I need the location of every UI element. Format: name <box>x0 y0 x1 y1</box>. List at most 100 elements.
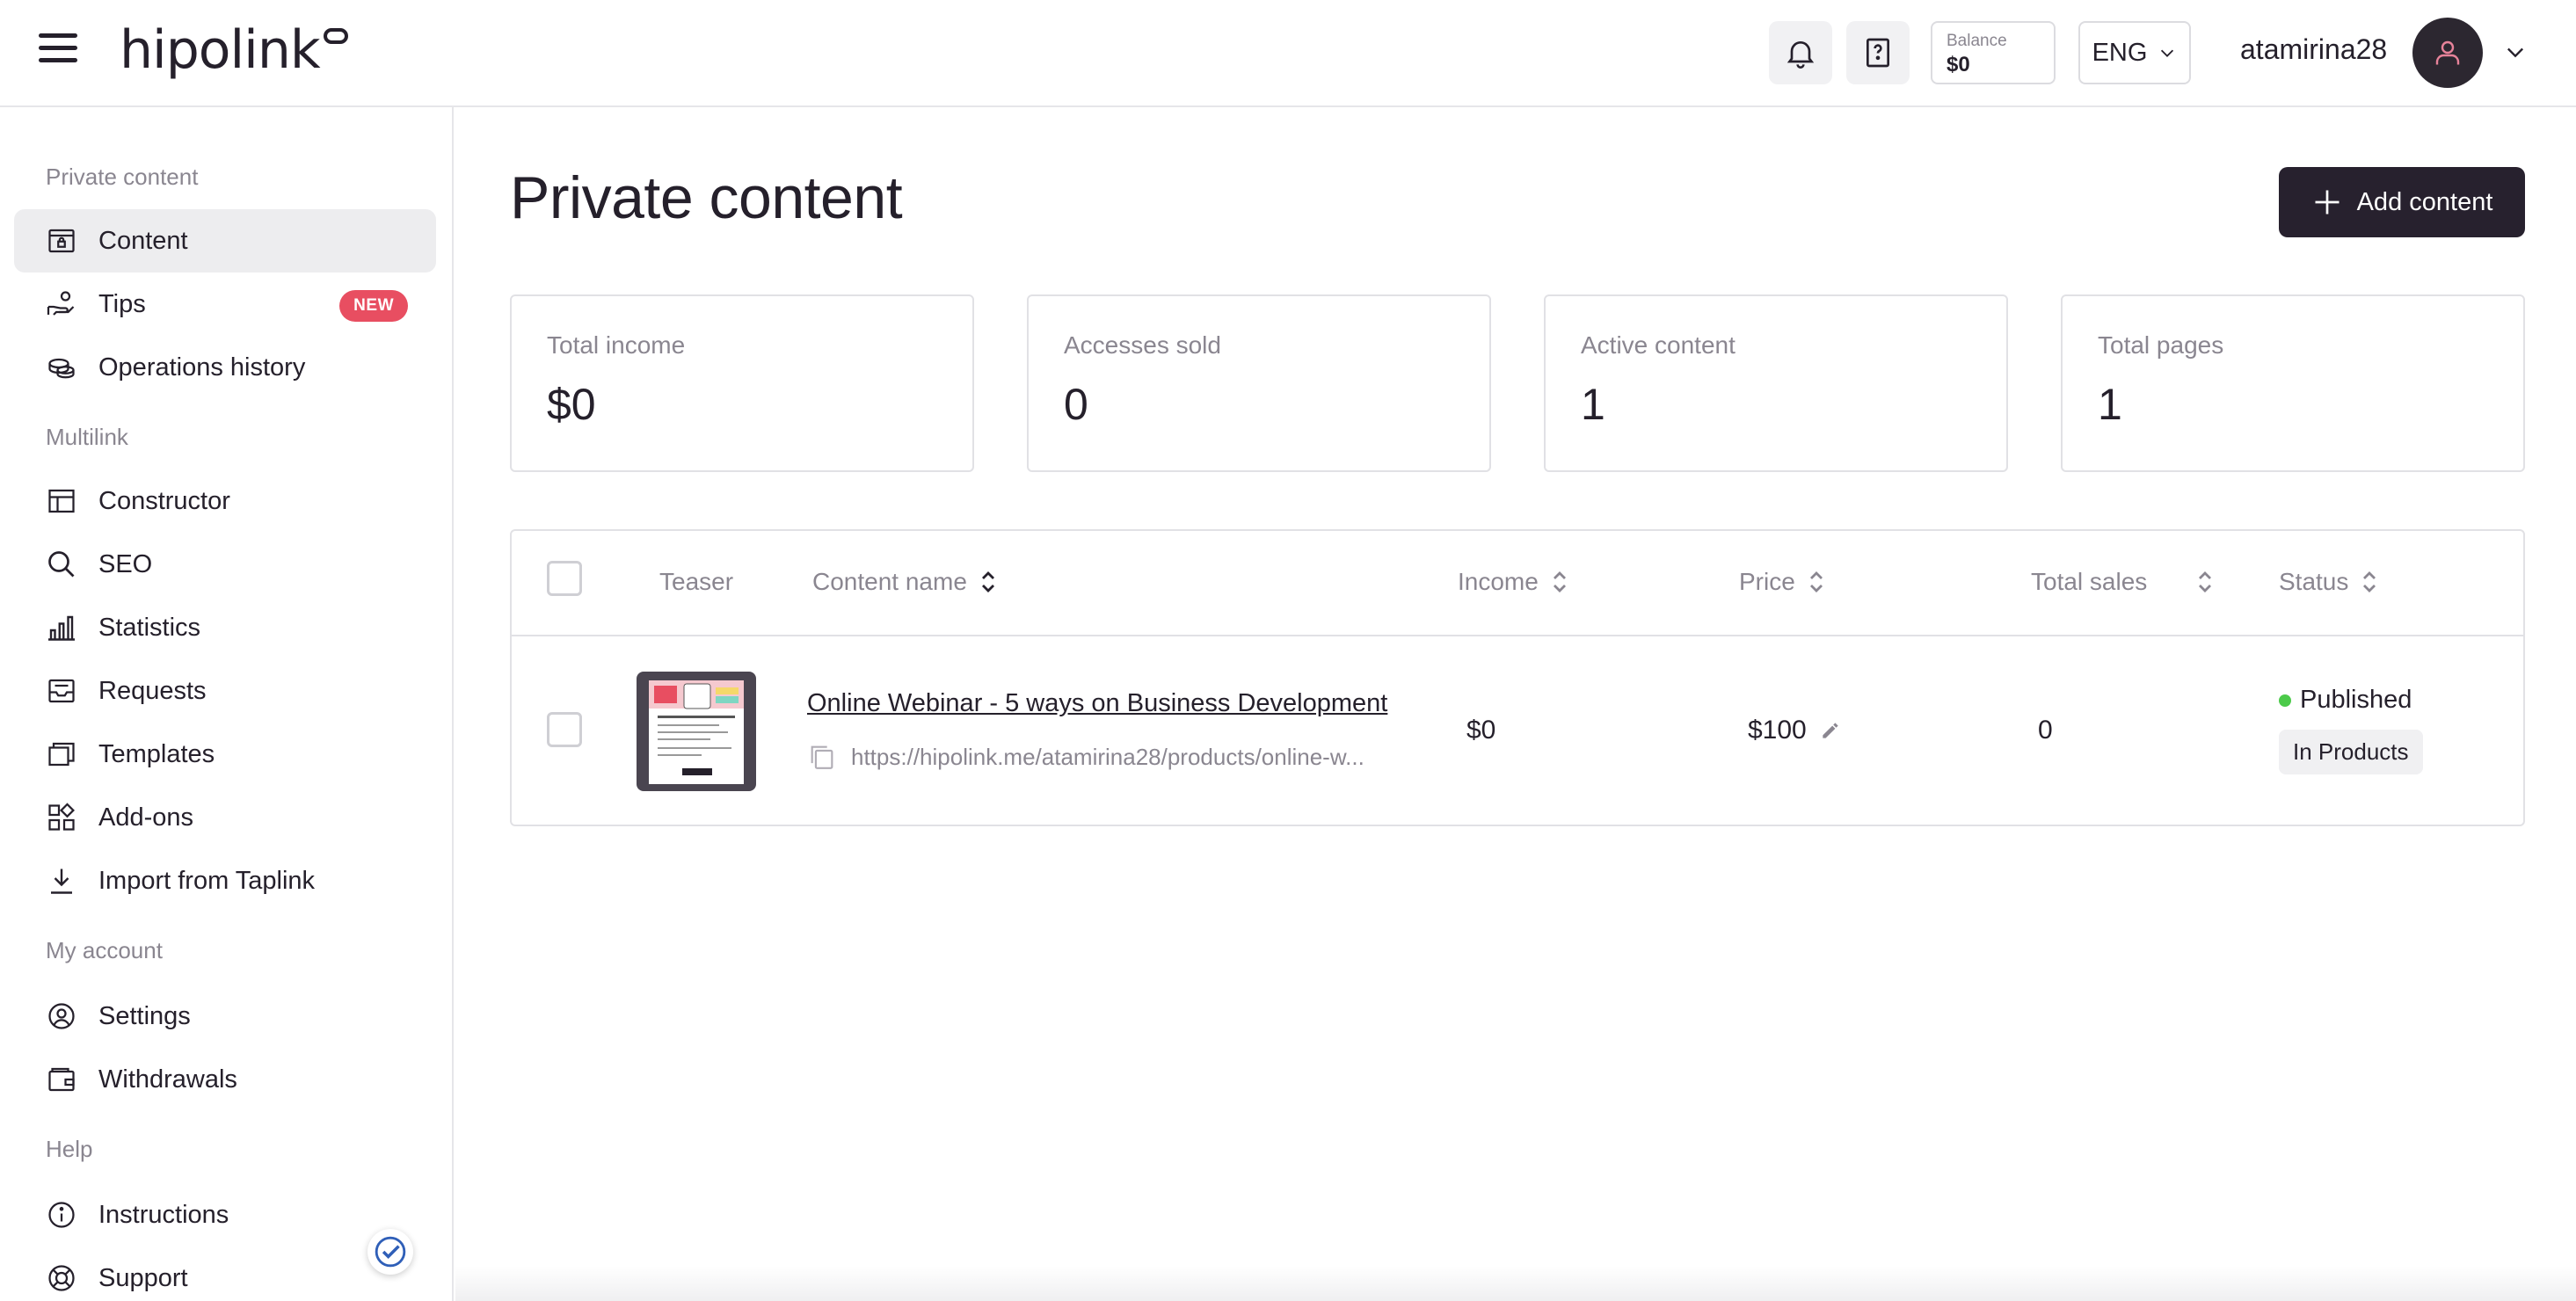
sidebar-item-label: Support <box>98 1263 188 1292</box>
sidebar-section-title: My account <box>46 937 163 963</box>
add-content-button[interactable]: Add content <box>2279 167 2525 237</box>
sidebar-section-title: Multilink <box>46 424 128 450</box>
sort-icon <box>1809 571 1823 592</box>
search-icon <box>44 547 79 582</box>
teaser-thumbnail[interactable] <box>637 672 756 791</box>
help-book-icon <box>1867 38 1889 68</box>
sidebar-item-label: Withdrawals <box>98 1065 237 1094</box>
top-header: hipolink Balance $0 ENG atamirina28 <box>0 0 2576 107</box>
sidebar-item-addons[interactable]: Add-ons <box>14 786 436 849</box>
bar-chart-icon <box>44 610 79 645</box>
menu-hamburger-icon[interactable] <box>39 33 77 69</box>
content-url: https://hipolink.me/atamirina28/products… <box>807 742 1414 772</box>
sidebar-item-seo[interactable]: SEO <box>14 533 436 596</box>
help-book-button[interactable] <box>1846 21 1910 84</box>
status-tag-in-products: In Products <box>2279 730 2423 774</box>
logo-mark-icon <box>323 28 348 44</box>
bottom-shadow <box>455 1266 2576 1301</box>
sidebar-section-title: Help <box>46 1136 93 1162</box>
notifications-bell-button[interactable] <box>1769 21 1832 84</box>
gear-user-icon <box>44 999 79 1034</box>
stat-value: 1 <box>1581 380 1605 429</box>
content-lock-icon <box>44 223 79 258</box>
language-select[interactable]: ENG <box>2078 21 2191 84</box>
sidebar-item-label: Add-ons <box>98 803 194 832</box>
sidebar-item-label: SEO <box>98 549 153 578</box>
row-price-value: $100 <box>1748 716 1807 745</box>
content-url-text: https://hipolink.me/atamirina28/products… <box>851 743 1364 770</box>
sidebar-item-import-from-taplink[interactable]: Import from Taplink <box>14 849 436 912</box>
sidebar-item-label: Settings <box>98 1001 191 1030</box>
sidebar-item-settings[interactable]: Settings <box>14 985 436 1048</box>
hand-coins-icon <box>44 287 79 322</box>
select-all-checkbox[interactable] <box>547 561 582 596</box>
plus-icon <box>2315 190 2340 214</box>
sidebar-item-requests[interactable]: Requests <box>14 659 436 723</box>
sidebar-item-label: Statistics <box>98 613 201 642</box>
stat-label: Active content <box>1581 331 1736 359</box>
chevron-down-icon <box>2161 49 2174 57</box>
row-status-published: Published <box>2279 686 2412 715</box>
sort-icon <box>1553 571 1566 592</box>
stat-card-total-pages: Total pages 1 <box>2061 294 2525 472</box>
sidebar: Private content Content Tips NEW Operati… <box>0 107 454 1301</box>
inbox-icon <box>44 673 79 709</box>
new-badge: NEW <box>339 290 408 322</box>
avatar[interactable] <box>2412 18 2483 88</box>
sort-icon <box>2199 571 2212 592</box>
sidebar-item-label: Constructor <box>98 486 230 515</box>
download-icon <box>44 863 79 898</box>
add-content-label: Add content <box>2356 187 2493 216</box>
status-dot <box>2279 694 2291 708</box>
stat-value: $0 <box>547 380 596 429</box>
sidebar-item-tips[interactable]: Tips NEW <box>14 273 436 336</box>
sort-icon <box>981 571 994 592</box>
column-label: Price <box>1739 568 1795 595</box>
sidebar-item-templates[interactable]: Templates <box>14 723 436 786</box>
sort-icon <box>2363 571 2376 592</box>
sidebar-item-label: Tips <box>98 289 146 318</box>
balance-widget[interactable]: Balance $0 <box>1931 21 2056 84</box>
column-header-teaser: Teaser <box>659 568 733 596</box>
page-title: Private content <box>510 164 903 231</box>
sidebar-item-withdrawals[interactable]: Withdrawals <box>14 1048 436 1111</box>
info-icon <box>44 1197 79 1232</box>
sidebar-item-label: Content <box>98 226 188 255</box>
column-label: Content name <box>812 568 967 595</box>
stat-card-accesses-sold: Accesses sold 0 <box>1027 294 1491 472</box>
username-label[interactable]: atamirina28 <box>2240 33 2387 66</box>
row-income: $0 <box>1466 716 1496 745</box>
row-checkbox[interactable] <box>547 712 582 747</box>
table-header: Teaser Content name Income Price Total s… <box>512 531 2523 636</box>
user-avatar-icon <box>2435 40 2460 65</box>
sidebar-item-label: Requests <box>98 676 207 705</box>
lifebuoy-icon <box>44 1261 79 1296</box>
column-header-total-sales[interactable]: Total sales <box>2031 568 2214 596</box>
stat-card-total-income: Total income $0 <box>510 294 974 472</box>
user-menu-chevron-icon[interactable] <box>2502 39 2529 65</box>
sidebar-item-constructor[interactable]: Constructor <box>14 469 436 533</box>
layout-icon <box>44 483 79 519</box>
column-label: Teaser <box>659 568 734 595</box>
column-label: Status <box>2279 568 2349 595</box>
copy-icon[interactable] <box>807 742 837 772</box>
logo-text: hipolink <box>120 19 321 81</box>
content-name-link[interactable]: Online Webinar - 5 ways on Business Deve… <box>807 689 1387 718</box>
sidebar-item-statistics[interactable]: Statistics <box>14 596 436 659</box>
teaser-preview-image <box>649 680 744 784</box>
column-header-content-name[interactable]: Content name <box>812 568 997 596</box>
column-header-price[interactable]: Price <box>1739 568 1825 596</box>
stat-card-active-content: Active content 1 <box>1544 294 2008 472</box>
balance-label: Balance <box>1947 32 2007 50</box>
bell-icon <box>1786 41 1815 69</box>
addons-grid-icon <box>44 800 79 835</box>
sidebar-item-content[interactable]: Content <box>14 209 436 273</box>
edit-pencil-icon[interactable] <box>1819 719 1842 742</box>
column-header-income[interactable]: Income <box>1458 568 1568 596</box>
sidebar-item-operations-history[interactable]: Operations history <box>14 336 436 399</box>
column-label: Total sales <box>2031 568 2148 595</box>
hipolink-logo[interactable]: hipolink <box>120 19 348 81</box>
checkmark-widget-icon[interactable] <box>367 1229 413 1275</box>
column-header-status[interactable]: Status <box>2279 568 2378 596</box>
coins-icon <box>44 350 79 385</box>
